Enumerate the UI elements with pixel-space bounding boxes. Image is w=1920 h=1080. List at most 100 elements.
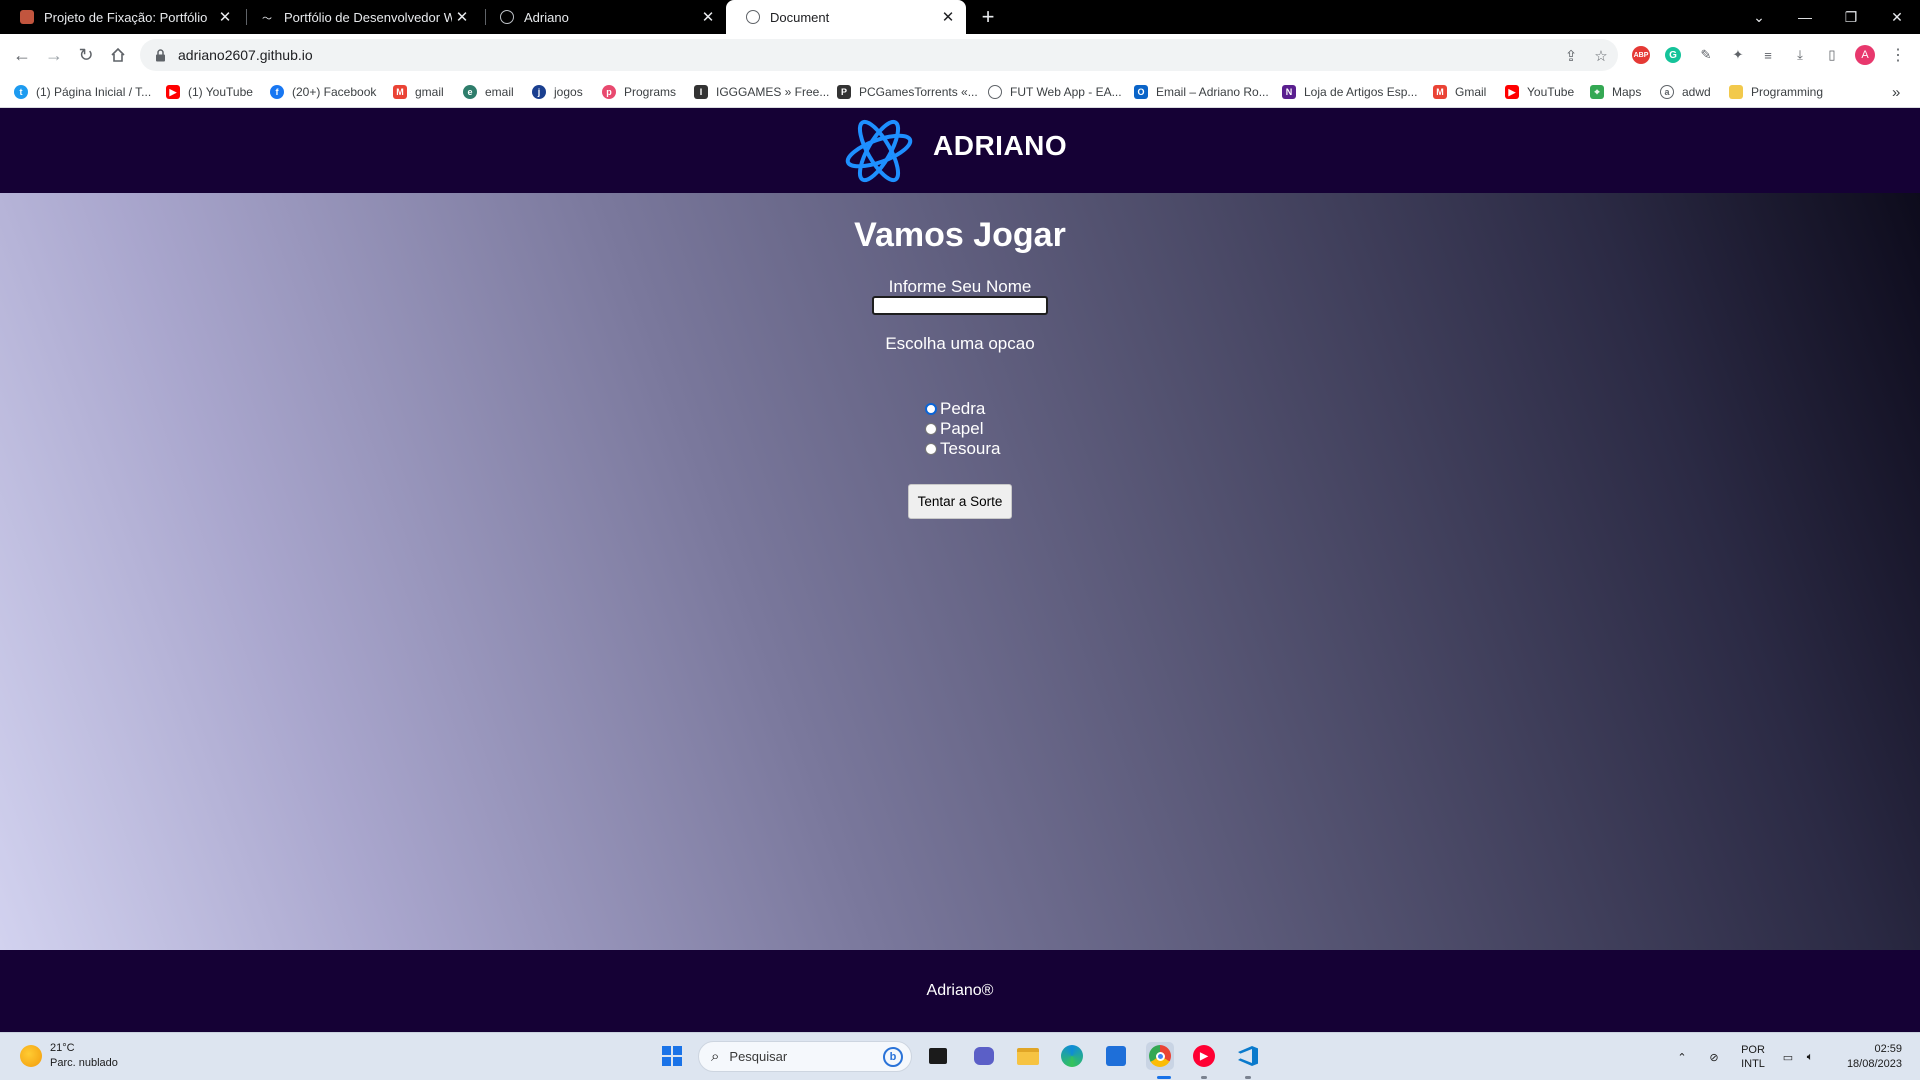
bookmark-loja[interactable]: N Loja de Artigos Esp... xyxy=(1282,82,1417,102)
close-tab-icon[interactable]: ✕ xyxy=(215,7,235,27)
bookmark-adwd[interactable]: a adwd xyxy=(1660,82,1711,102)
bookmark-star-icon[interactable]: ☆ xyxy=(1592,47,1610,65)
folder-icon xyxy=(1729,85,1743,99)
file-explorer-icon[interactable] xyxy=(1014,1042,1042,1070)
youtube-icon: ▶ xyxy=(1505,85,1519,99)
chrome-icon[interactable] xyxy=(1146,1042,1174,1070)
option-label: Pedra xyxy=(940,399,986,418)
email-icon: e xyxy=(463,85,477,99)
task-view-icon[interactable] xyxy=(924,1042,952,1070)
bookmark-pcgamestorrents[interactable]: P PCGamesTorrents «... xyxy=(837,82,978,102)
tab-search-icon[interactable]: ⌄ xyxy=(1736,0,1782,34)
home-button[interactable] xyxy=(104,41,132,69)
bookmark-fut[interactable]: FUT Web App - EA... xyxy=(988,82,1122,102)
maps-icon: ⌖ xyxy=(1590,85,1604,99)
tab-title: Document xyxy=(770,9,830,25)
globe-icon xyxy=(988,85,1002,99)
bookmark-label: adwd xyxy=(1682,85,1711,99)
try-luck-button[interactable]: Tentar a Sorte xyxy=(908,484,1012,519)
footer-text: Adriano® xyxy=(926,982,994,999)
forward-button[interactable]: → xyxy=(40,41,68,69)
restore-button[interactable]: ❐ xyxy=(1828,0,1874,34)
weather-sun-cloud-icon xyxy=(20,1045,42,1067)
close-window-button[interactable]: ✕ xyxy=(1874,0,1920,34)
bookmark-email-outlook[interactable]: O Email – Adriano Ro... xyxy=(1134,82,1269,102)
reload-button[interactable]: ↻ xyxy=(72,41,100,69)
bookmark-programs[interactable]: p Programs xyxy=(602,82,676,102)
option-papel[interactable]: Papel xyxy=(925,419,983,439)
tab-document[interactable]: Document ✕ xyxy=(726,0,966,34)
bookmark-jogos[interactable]: j jogos xyxy=(532,82,583,102)
bookmarks-overflow-button[interactable]: » xyxy=(1892,82,1900,102)
share-icon[interactable]: ⇪ xyxy=(1562,47,1580,65)
radio-papel[interactable] xyxy=(925,423,937,435)
option-tesoura[interactable]: Tesoura xyxy=(925,439,1000,459)
atom-logo-icon xyxy=(845,119,913,183)
site-header: ADRIANO xyxy=(0,108,1920,193)
bookmark-youtube-2[interactable]: ▶ YouTube xyxy=(1505,82,1574,102)
minimize-button[interactable]: — xyxy=(1782,0,1828,34)
bookmark-maps[interactable]: ⌖ Maps xyxy=(1590,82,1641,102)
weather-widget[interactable]: 21°C Parc. nublado xyxy=(20,1041,118,1071)
weather-desc: Parc. nublado xyxy=(50,1057,118,1069)
close-tab-icon[interactable]: ✕ xyxy=(698,7,718,27)
display-icon[interactable]: ▭ xyxy=(1778,1033,1798,1080)
new-tab-button[interactable]: + xyxy=(975,4,1001,30)
choose-option-label: Escolha uma opcao xyxy=(885,334,1035,353)
microsoft-store-icon[interactable] xyxy=(1102,1042,1130,1070)
extensions-puzzle-icon[interactable]: ✦ xyxy=(1728,45,1748,65)
bookmark-label: PCGamesTorrents «... xyxy=(859,85,978,99)
grammarly-icon[interactable]: G xyxy=(1663,45,1683,65)
clock[interactable]: 02:59 18/08/2023 xyxy=(1836,1042,1902,1072)
teams-chat-icon[interactable] xyxy=(970,1042,998,1070)
site-footer: Adriano® xyxy=(0,950,1920,1032)
bookmark-email[interactable]: e email xyxy=(463,82,514,102)
start-windows-icon[interactable] xyxy=(658,1042,686,1070)
gmail-icon: M xyxy=(1433,85,1447,99)
name-input[interactable] xyxy=(872,296,1048,315)
programs-icon: p xyxy=(602,85,616,99)
show-hidden-icons[interactable]: ⌃ xyxy=(1672,1033,1692,1080)
radio-tesoura[interactable] xyxy=(925,443,937,455)
language-indicator[interactable]: POR INTL xyxy=(1736,1033,1770,1080)
tab-adriano[interactable]: Adriano ✕ xyxy=(480,0,726,34)
reading-list-icon[interactable]: ≡ xyxy=(1758,45,1778,65)
bookmark-youtube-1[interactable]: ▶ (1) YouTube xyxy=(166,82,253,102)
taskbar-search[interactable]: ⌕ Pesquisar b xyxy=(698,1041,912,1072)
volume-icon[interactable]: 🔈︎ xyxy=(1800,1033,1820,1080)
download-icon[interactable]: ⤓ xyxy=(1790,45,1810,65)
search-placeholder: Pesquisar xyxy=(729,1049,788,1064)
network-icon[interactable]: ⊘ xyxy=(1702,1033,1726,1080)
bookmark-programming[interactable]: Programming xyxy=(1729,82,1823,102)
bookmark-gmail-1[interactable]: Mgmail xyxy=(393,82,444,102)
option-label: Tesoura xyxy=(940,439,1001,458)
option-pedra[interactable]: Pedra xyxy=(925,399,985,419)
side-panel-icon[interactable]: ▯ xyxy=(1822,45,1842,65)
bookmark-facebook[interactable]: f (20+) Facebook xyxy=(270,82,376,102)
address-bar[interactable]: adriano2607.github.io ⇪ ☆ xyxy=(140,39,1618,71)
vscode-icon[interactable] xyxy=(1234,1042,1262,1070)
close-tab-icon[interactable]: ✕ xyxy=(938,7,958,27)
radio-pedra[interactable] xyxy=(925,403,937,415)
close-tab-icon[interactable]: ✕ xyxy=(452,7,472,27)
bookmark-twitter[interactable]: t (1) Página Inicial / T... xyxy=(14,82,151,102)
bookmark-igggames[interactable]: I IGGGAMES » Free... xyxy=(694,82,829,102)
youtube-music-icon[interactable]: ▶ xyxy=(1190,1042,1218,1070)
web-page: ADRIANO Vamos Jogar Informe Seu Nome Esc… xyxy=(0,108,1920,1032)
edge-icon[interactable] xyxy=(1058,1042,1086,1070)
adblock-icon[interactable]: ABP xyxy=(1631,45,1651,65)
globe-icon xyxy=(746,10,760,24)
bookmark-label: Email – Adriano Ro... xyxy=(1156,85,1269,99)
tab-portfolio[interactable]: 〜 Portfólio de Desenvolvedor Web ✕ xyxy=(240,0,480,34)
bookmark-gmail-2[interactable]: M Gmail xyxy=(1433,82,1486,102)
profile-avatar[interactable]: A xyxy=(1855,45,1875,65)
tab-projeto[interactable]: Projeto de Fixação: Portfólio ✕ xyxy=(0,0,243,34)
facebook-icon: f xyxy=(270,85,284,99)
back-button[interactable]: ← xyxy=(8,41,36,69)
vscode-running-indicator xyxy=(1245,1076,1251,1079)
tab-title: Projeto de Fixação: Portfólio xyxy=(44,9,208,25)
adwd-icon: a xyxy=(1660,85,1674,99)
menu-kebab-icon[interactable]: ⋮ xyxy=(1888,45,1908,65)
extension-pen-icon[interactable]: ✎ xyxy=(1696,45,1716,65)
weather-temp: 21°C xyxy=(50,1042,75,1054)
